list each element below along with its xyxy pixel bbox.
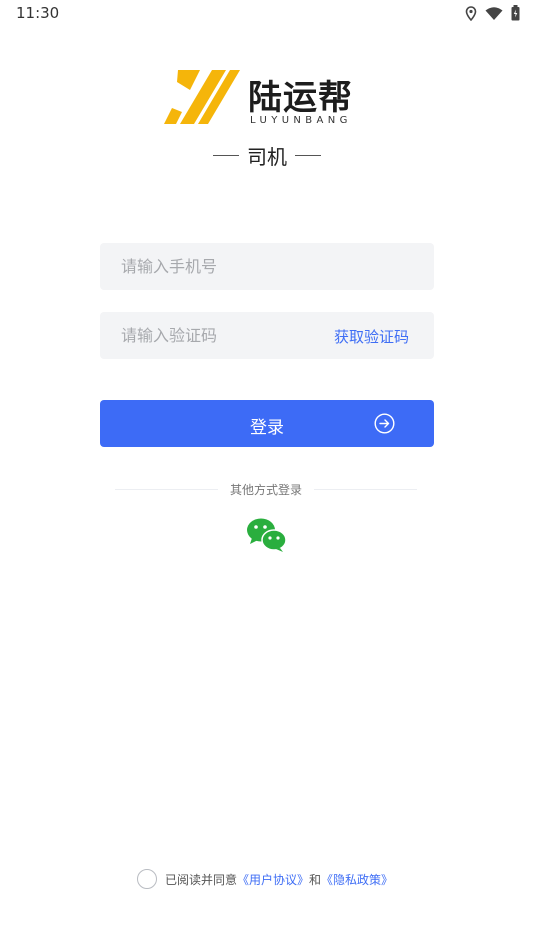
wechat-icon[interactable] — [246, 517, 288, 553]
agreement-prefix: 已阅读并同意 — [165, 872, 238, 887]
app-logo: 陆运帮 LUYUNBANG — [164, 68, 374, 128]
location-icon — [465, 5, 477, 25]
agreement-row: 已阅读并同意 《用户协议》 和 《隐私政策》 — [137, 869, 393, 889]
code-field: 获取验证码 — [100, 312, 434, 359]
wifi-icon — [485, 6, 503, 25]
battery-icon — [511, 5, 520, 25]
other-login-divider: 其他方式登录 — [115, 480, 418, 498]
agreement-checkbox[interactable] — [137, 869, 157, 889]
privacy-policy-link[interactable]: 《隐私政策》 — [321, 871, 393, 888]
phone-input[interactable] — [121, 243, 321, 290]
logo-mark-icon — [164, 70, 240, 124]
logo-title: 陆运帮 — [248, 78, 353, 118]
arrow-right-circle-icon — [374, 413, 395, 434]
divider-line — [115, 488, 218, 490]
user-agreement-link[interactable]: 《用户协议》 — [237, 871, 309, 888]
divider-line — [213, 155, 239, 156]
login-button[interactable]: 登录 — [100, 400, 434, 447]
phone-field — [100, 243, 434, 290]
divider-line — [295, 155, 321, 156]
other-login-label: 其他方式登录 — [230, 482, 303, 497]
get-code-button[interactable]: 获取验证码 — [334, 326, 409, 347]
agreement-connector: 和 — [309, 872, 322, 887]
verification-code-input[interactable] — [121, 312, 321, 359]
login-page: 11:30 陆运帮 LUYUNBANG 司机 请输入手机号 请输入验证码 获取验… — [0, 0, 534, 950]
logo-subtitle: LUYUNBANG — [250, 115, 352, 126]
divider-line — [314, 488, 418, 490]
status-bar: 11:30 — [0, 0, 534, 28]
status-icons — [465, 5, 520, 25]
role-heading: 司机 — [0, 141, 534, 170]
role-label: 司机 — [247, 145, 287, 169]
status-time: 11:30 — [16, 4, 60, 22]
